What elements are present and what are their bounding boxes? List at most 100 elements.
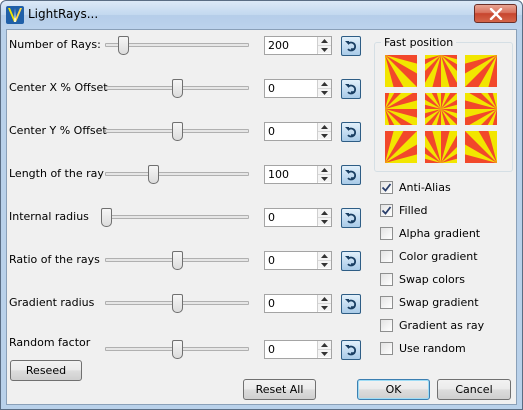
reset-value-button[interactable] — [341, 122, 361, 142]
preset-top-left[interactable] — [305, 0, 465, 135]
spin-down-button[interactable] — [318, 260, 331, 268]
value-field[interactable]: 0 — [268, 297, 275, 310]
slider-track[interactable] — [105, 36, 249, 55]
spin-up-button[interactable] — [318, 295, 331, 303]
option-gradient-as-ray[interactable]: Gradient as ray — [380, 319, 510, 335]
preset-top-right[interactable] — [417, 0, 523, 135]
reseed-button[interactable]: Reseed — [10, 360, 82, 381]
reset-value-button[interactable] — [341, 208, 361, 228]
preset-top[interactable] — [361, 0, 521, 135]
checkbox-label: Use random — [399, 342, 466, 355]
option-filled[interactable]: Filled — [380, 204, 510, 220]
slider-track[interactable] — [105, 251, 249, 270]
spin-down-button[interactable] — [318, 217, 331, 225]
value-spinbox[interactable]: 0 — [264, 79, 332, 98]
sunburst-icon — [361, 83, 521, 243]
title-bar[interactable]: LightRays... — [1, 1, 522, 29]
option-alpha-gradient[interactable]: Alpha gradient — [380, 227, 510, 243]
slider-thumb[interactable] — [147, 165, 159, 184]
sunburst-icon — [417, 0, 523, 135]
option-swap-colors[interactable]: Swap colors — [380, 273, 510, 289]
chevron-up-icon — [321, 211, 328, 215]
reset-value-button[interactable] — [341, 294, 361, 314]
param-label: Number of Rays: — [9, 38, 101, 51]
checkbox-label: Anti-Alias — [399, 181, 451, 194]
slider-track[interactable] — [105, 165, 249, 184]
undo-icon — [345, 127, 357, 138]
spin-down-button[interactable] — [318, 349, 331, 357]
slider-thumb[interactable] — [101, 208, 112, 227]
slider-track[interactable] — [105, 294, 249, 313]
spin-down-button[interactable] — [318, 88, 331, 96]
value-spinbox[interactable]: 0 — [264, 340, 332, 359]
reset-value-button[interactable] — [341, 165, 361, 185]
slider-thumb[interactable] — [118, 36, 130, 55]
spin-up-button[interactable] — [318, 123, 331, 131]
spin-up-button[interactable] — [318, 252, 331, 260]
checkbox[interactable] — [380, 319, 393, 332]
slider-thumb[interactable] — [172, 251, 183, 270]
checkmark-icon — [381, 206, 392, 215]
value-spinbox[interactable]: 0 — [264, 122, 332, 141]
slider-track[interactable] — [105, 79, 249, 98]
reset-value-button[interactable] — [341, 36, 361, 56]
value-spinbox[interactable]: 200 — [264, 36, 332, 55]
chevron-up-icon — [321, 297, 328, 301]
checkbox[interactable] — [380, 342, 393, 355]
option-swap-gradient[interactable]: Swap gradient — [380, 296, 510, 312]
preset-bottom-right[interactable] — [417, 83, 523, 243]
preset-center[interactable] — [361, 29, 521, 189]
value-field[interactable]: 0 — [268, 211, 275, 224]
param-row-center-x-offset: Center X % Offset 0 — [7, 79, 367, 105]
undo-icon — [345, 170, 357, 181]
checkbox[interactable] — [380, 181, 393, 194]
slider-thumb[interactable] — [172, 340, 183, 359]
slider-track[interactable] — [105, 340, 249, 359]
spin-up-button[interactable] — [318, 209, 331, 217]
ok-button[interactable]: OK — [357, 379, 430, 400]
value-field[interactable]: 200 — [268, 39, 289, 52]
preset-left[interactable] — [305, 29, 465, 189]
slider-thumb[interactable] — [172, 294, 183, 313]
option-use-random[interactable]: Use random — [380, 342, 510, 358]
spin-up-button[interactable] — [318, 166, 331, 174]
reset-value-button[interactable] — [341, 251, 361, 271]
value-field[interactable]: 0 — [268, 125, 275, 138]
option-color-gradient[interactable]: Color gradient — [380, 250, 510, 266]
slider-thumb[interactable] — [172, 122, 183, 141]
checkbox[interactable] — [380, 204, 393, 217]
checkbox[interactable] — [380, 227, 393, 240]
slider-thumb[interactable] — [172, 79, 183, 98]
reset-all-button[interactable]: Reset All — [243, 379, 316, 400]
value-spinbox[interactable]: 100 — [264, 165, 332, 184]
checkbox-label: Color gradient — [399, 250, 478, 263]
checkbox[interactable] — [380, 250, 393, 263]
value-spinbox[interactable]: 0 — [264, 208, 332, 227]
spin-down-button[interactable] — [318, 303, 331, 311]
spin-down-button[interactable] — [318, 174, 331, 182]
spin-down-button[interactable] — [318, 45, 331, 53]
preset-bottom-left[interactable] — [305, 83, 465, 243]
value-field[interactable]: 0 — [268, 254, 275, 267]
reset-value-button[interactable] — [341, 340, 361, 360]
cancel-button[interactable]: Cancel — [437, 379, 511, 400]
spin-up-button[interactable] — [318, 37, 331, 45]
preset-right[interactable] — [417, 29, 523, 189]
close-button[interactable] — [474, 4, 517, 23]
value-spinbox[interactable]: 0 — [264, 294, 332, 313]
checkmark-icon — [381, 183, 392, 192]
slider-track[interactable] — [101, 208, 249, 227]
checkbox[interactable] — [380, 296, 393, 309]
value-field[interactable]: 0 — [268, 343, 275, 356]
value-field[interactable]: 100 — [268, 168, 289, 181]
spin-up-button[interactable] — [318, 341, 331, 349]
reset-value-button[interactable] — [341, 79, 361, 99]
value-spinbox[interactable]: 0 — [264, 251, 332, 270]
preset-bottom[interactable] — [361, 83, 521, 243]
checkbox[interactable] — [380, 273, 393, 286]
value-field[interactable]: 0 — [268, 82, 275, 95]
slider-track[interactable] — [105, 122, 249, 141]
option-anti-alias[interactable]: Anti-Alias — [380, 181, 510, 197]
spin-up-button[interactable] — [318, 80, 331, 88]
spin-down-button[interactable] — [318, 131, 331, 139]
